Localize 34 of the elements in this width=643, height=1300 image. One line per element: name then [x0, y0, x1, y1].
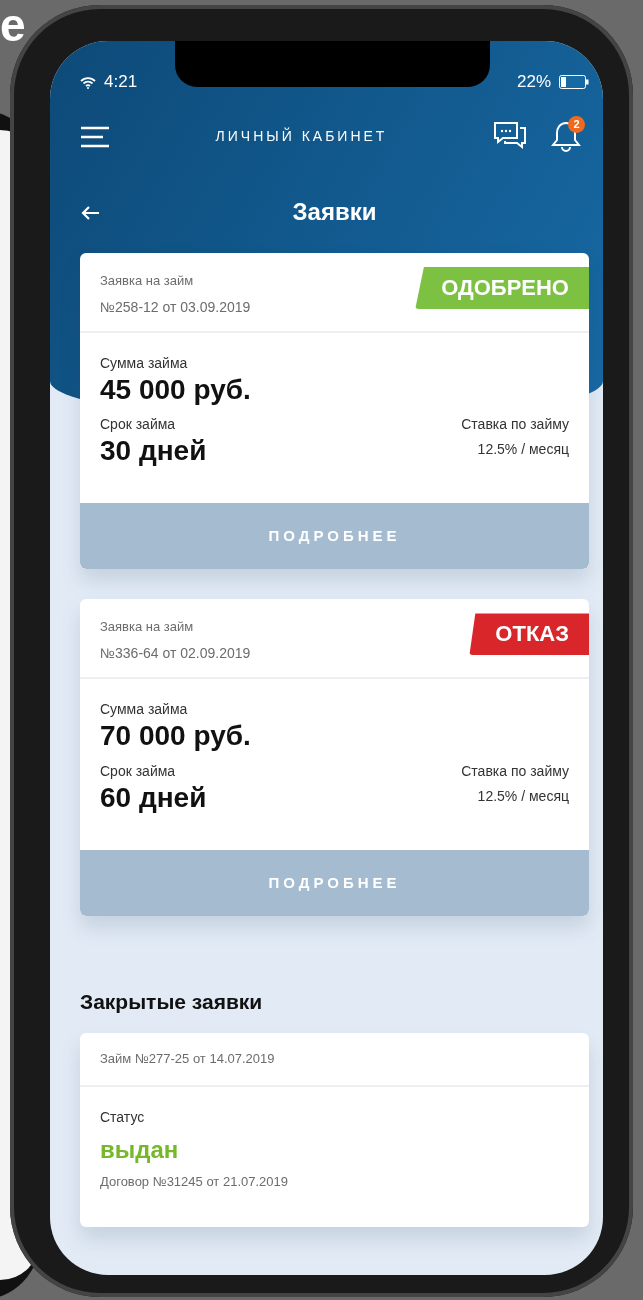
battery-icon	[559, 75, 589, 89]
contract-number: Договор №31245 от 21.07.2019	[100, 1172, 289, 1191]
page-title: Заявки	[292, 198, 377, 225]
loan-rate: 12.5% / месяц	[476, 786, 569, 806]
loan-term: 30 дней	[100, 435, 207, 468]
menu-button[interactable]	[80, 124, 110, 148]
battery-percent: 22%	[516, 71, 551, 94]
application-title: Заявка на займ	[100, 618, 195, 637]
details-button[interactable]: ПОДРОБНЕЕ	[80, 849, 589, 916]
loan-rate: 12.5% / месяц	[476, 440, 569, 460]
application-number: №258-12 от 03.09.2019	[100, 297, 251, 317]
loan-number: Займ №277-25 от 14.07.2019	[100, 1050, 276, 1069]
status-tag: ОТКАЗ	[469, 613, 589, 656]
time-text: 4:21	[104, 71, 138, 94]
term-label: Срок займа	[100, 415, 177, 435]
section-title: Закрытые заявки	[80, 988, 264, 1015]
loan-amount: 45 000 руб.	[100, 374, 252, 407]
chat-button[interactable]	[493, 121, 527, 151]
status-label: Статус	[100, 1107, 146, 1127]
loan-status: выдан	[100, 1134, 180, 1165]
details-button[interactable]: ПОДРОБНЕЕ	[80, 503, 589, 570]
heading-fragment: e	[0, 2, 26, 48]
wifi-icon	[80, 75, 96, 89]
application-number: №336-64 от 02.09.2019	[100, 643, 251, 663]
status-tag: ОДОБРЕНО	[415, 267, 589, 309]
amount-label: Сумма займа	[100, 354, 189, 373]
loan-amount: 70 000 руб.	[100, 720, 252, 753]
amount-label: Сумма займа	[100, 700, 189, 720]
rate-label: Ставка по займу	[461, 761, 569, 781]
term-label: Срок займа	[100, 761, 177, 781]
application-title: Заявка на займ	[100, 272, 195, 290]
loan-term: 60 дней	[100, 781, 207, 814]
app-title: ЛИЧНЫЙ КАБИНЕТ	[214, 126, 389, 146]
rate-label: Ставка по займу	[461, 415, 569, 435]
